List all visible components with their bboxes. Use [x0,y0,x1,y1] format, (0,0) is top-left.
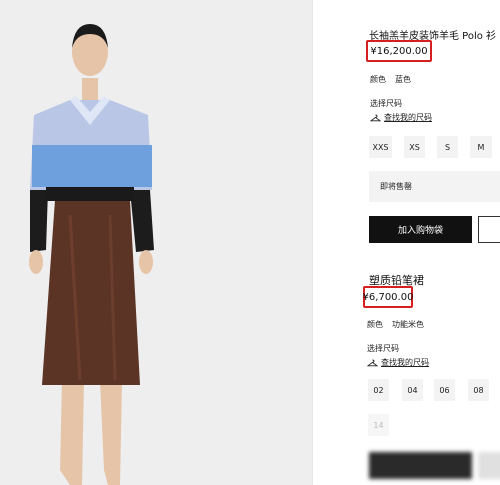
size-guide-text: 查找我的尺码 [384,113,432,122]
size-option-14[interactable]: 14 [368,414,389,436]
product-photo [0,0,312,485]
product2-color-value: 功能米色 [392,320,424,329]
product2-size-guide-link[interactable]: 查找我的尺码 [367,357,429,368]
product-detail-panel: 长袖羔羊皮装饰羊毛 Polo 衫 ¥16,200.00 颜色 蓝色 选择尺码 查… [313,0,500,485]
model-image [0,0,312,485]
product2-color-label: 颜色 [367,320,383,329]
size-option-xxs[interactable]: XXS [369,136,392,158]
size-option-06[interactable]: 06 [434,379,455,401]
product1-color-label: 颜色 [370,75,386,84]
low-stock-notice: 即将售罄 [369,171,500,202]
hanger-icon [370,114,381,121]
size-option-s[interactable]: S [437,136,458,158]
add-to-cart-button[interactable]: 加入购物袋 [369,216,472,243]
size-option-m[interactable]: M [470,136,492,158]
product1-color-value: 蓝色 [395,75,411,84]
hanger-icon [367,359,378,366]
size-option-02[interactable]: 02 [368,379,389,401]
product2-price: ¥6,700.00 [363,286,413,308]
size-option-xs[interactable]: XS [404,136,425,158]
product1-price: ¥16,200.00 [366,40,432,62]
secondary-button[interactable] [478,216,500,243]
size-guide-text: 查找我的尺码 [381,358,429,367]
product1-size-guide-link[interactable]: 查找我的尺码 [370,112,432,123]
blurred-secondary-button[interactable] [478,452,500,479]
product1-size-label: 选择尺码 [370,99,402,108]
size-option-04[interactable]: 04 [402,379,423,401]
size-option-08[interactable]: 08 [468,379,489,401]
blurred-add-to-cart-button[interactable] [369,452,472,479]
product2-size-label: 选择尺码 [367,344,399,353]
